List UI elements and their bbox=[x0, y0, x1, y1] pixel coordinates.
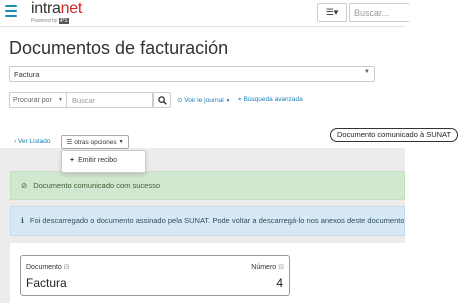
caret-down-icon: ▼ bbox=[118, 139, 124, 145]
view-journal-link[interactable]: ⊙ Voir le journal ▼ bbox=[177, 96, 230, 104]
documento-value: Factura bbox=[26, 276, 67, 290]
status-badge: Documento comunicado à SUNAT bbox=[330, 128, 459, 142]
search-icon bbox=[157, 95, 167, 105]
plus-icon: + bbox=[70, 157, 75, 164]
document-type-value: Factura bbox=[14, 70, 40, 79]
numero-value: 4 bbox=[276, 276, 283, 290]
document-summary-card: Documento ⊟ Número ⊟ Factura 4 bbox=[20, 255, 290, 296]
collapse-icon: ⊟ bbox=[278, 264, 284, 271]
caret-down-icon: ▼ bbox=[58, 97, 63, 103]
success-alert: ⊘ Documento comunicado com sucesso bbox=[10, 171, 405, 200]
numero-label: Número ⊟ bbox=[251, 264, 284, 271]
page-title: Documentos de facturación bbox=[9, 38, 229, 58]
advanced-search-icon: ⌖ bbox=[238, 96, 242, 103]
clock-icon: ⊙ bbox=[177, 97, 183, 104]
info-alert: ℹ Foi descarregado o documento assinado p… bbox=[10, 206, 405, 236]
document-type-select[interactable]: Factura ▼ bbox=[9, 66, 375, 82]
chevron-down-icon: ▼ bbox=[364, 69, 370, 75]
menu-item-emitir-recibo[interactable]: + Emitir recibo bbox=[70, 157, 137, 164]
back-to-list-link[interactable]: › Ver Listado bbox=[14, 138, 51, 145]
collapse-icon: ⊟ bbox=[63, 264, 70, 271]
documento-label: Documento ⊟ bbox=[26, 264, 70, 271]
global-search-input[interactable]: Buscar... bbox=[349, 3, 409, 22]
app-logo[interactable]: intranet Powered by iPS bbox=[31, 1, 82, 24]
list-icon: ☰ bbox=[66, 139, 73, 146]
search-button[interactable] bbox=[153, 92, 171, 108]
search-field-selector[interactable]: Procurar por ▼ bbox=[9, 92, 67, 108]
more-options-button[interactable]: ☰ otras opciones ▼ bbox=[61, 135, 129, 149]
search-input[interactable]: Buscar bbox=[67, 92, 153, 108]
top-navbar: intranet Powered by iPS ☰▾ Buscar... bbox=[0, 0, 409, 27]
info-circle-icon: ℹ bbox=[21, 216, 24, 225]
caret-down-icon: ▼ bbox=[225, 98, 231, 104]
advanced-search-link[interactable]: ⌖ Búsqueda avanzada bbox=[238, 96, 303, 104]
chevron-right-icon: › bbox=[14, 138, 17, 145]
view-toggle-button[interactable]: ☰▾ bbox=[317, 3, 347, 22]
check-circle-icon: ⊘ bbox=[21, 181, 28, 190]
hamburger-menu-icon[interactable] bbox=[5, 5, 17, 17]
more-options-dropdown: + Emitir recibo bbox=[61, 150, 146, 173]
